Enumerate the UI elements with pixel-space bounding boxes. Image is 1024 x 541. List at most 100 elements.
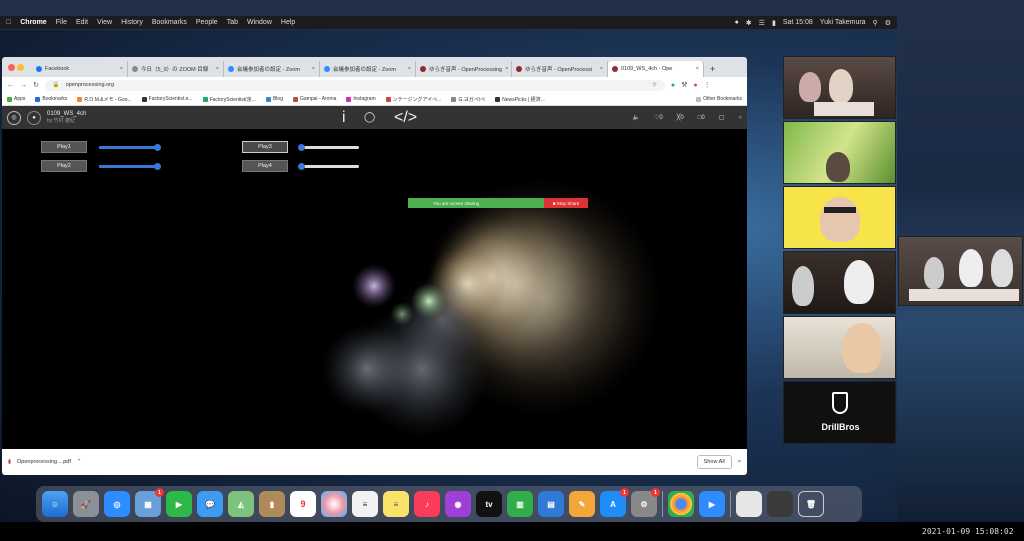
play2-button[interactable]: Play2 bbox=[41, 160, 87, 172]
zoom-participant-tile[interactable] bbox=[783, 121, 896, 184]
bookmark-gampai[interactable]: Gampai - Aroma bbox=[292, 96, 336, 102]
minimize-window-icon[interactable] bbox=[17, 64, 24, 71]
notes-icon[interactable]: ≡ bbox=[383, 491, 409, 517]
close-tab-icon[interactable]: × bbox=[312, 66, 315, 72]
close-tab-icon[interactable]: × bbox=[505, 66, 508, 72]
close-tab-icon[interactable]: × bbox=[216, 66, 219, 72]
bookmark-instagram[interactable]: Instagram bbox=[346, 96, 376, 102]
menu-help[interactable]: Help bbox=[281, 19, 295, 26]
bookmark-factory-1[interactable]: FactoryScientist.e... bbox=[141, 96, 193, 102]
bookmark-bookmarks[interactable]: Bookmarks bbox=[35, 96, 67, 102]
star-icon[interactable]: ☆ bbox=[652, 82, 657, 88]
bookmark-vintage[interactable]: ンテージングアイペ... bbox=[385, 96, 441, 103]
zoom-icon[interactable]: ▶ bbox=[699, 491, 725, 517]
document-icon[interactable] bbox=[736, 491, 762, 517]
notes-book-icon[interactable]: ▮ bbox=[259, 491, 285, 517]
code-icon[interactable]: </> bbox=[394, 109, 417, 127]
profile-avatar[interactable]: ● bbox=[693, 82, 697, 89]
photos-icon[interactable] bbox=[321, 491, 347, 517]
reminders-icon[interactable]: ≡ bbox=[352, 491, 378, 517]
menu-app-name[interactable]: Chrome bbox=[20, 19, 46, 26]
tab-zoom-settings-1[interactable]: 会議参加者の設定 - Zoom × bbox=[224, 61, 320, 77]
slider-knob[interactable] bbox=[298, 144, 305, 151]
tab-openprocessing-1[interactable]: ゆらぎ音声 - OpenProcessing × bbox=[416, 61, 512, 77]
finder-icon[interactable]: ☺ bbox=[42, 491, 68, 517]
back-icon[interactable]: ← bbox=[7, 82, 14, 89]
control-center-icon[interactable]: ⚙ bbox=[885, 19, 891, 27]
slider-knob[interactable] bbox=[154, 163, 161, 170]
app-store-icon[interactable]: 1A bbox=[600, 488, 629, 517]
bluetooth-icon[interactable]: ✱ bbox=[746, 19, 752, 27]
podcasts-icon[interactable]: ◉ bbox=[445, 491, 471, 517]
play1-button[interactable]: Play1 bbox=[41, 141, 87, 153]
tab-zoom-settings-2[interactable]: 会議参加者の設定 - Zoom × bbox=[320, 61, 416, 77]
downloads-stack-icon[interactable] bbox=[767, 491, 793, 517]
slider-knob[interactable] bbox=[298, 163, 305, 170]
play3-button[interactable]: Play3 bbox=[242, 141, 288, 153]
tab-zoom-list[interactable]: 今日（5_9）の ZOOM 目録 × bbox=[128, 61, 224, 77]
menu-file[interactable]: File bbox=[56, 19, 67, 26]
menu-bookmarks[interactable]: Bookmarks bbox=[152, 19, 187, 26]
menu-tab[interactable]: Tab bbox=[227, 19, 238, 26]
bookmark-apps[interactable]: Apps bbox=[7, 96, 25, 102]
close-shelf-icon[interactable]: × bbox=[738, 459, 741, 465]
show-all-button[interactable]: Show All bbox=[696, 455, 732, 469]
stop-share-button[interactable]: ■ Stop Share bbox=[544, 198, 588, 208]
extension-icon[interactable]: ● bbox=[671, 82, 675, 89]
download-file-name[interactable]: Openprocessing....pdf bbox=[17, 459, 71, 465]
music-icon[interactable]: ♪ bbox=[414, 491, 440, 517]
extensions-puzzle-icon[interactable]: ⚒ bbox=[681, 81, 687, 89]
wifi-icon[interactable]: ☰ bbox=[759, 19, 765, 27]
menu-edit[interactable]: Edit bbox=[76, 19, 88, 26]
openprocessing-logo-icon[interactable]: ◎ bbox=[7, 110, 21, 125]
bookmark-yoga[interactable]: G.ヨガペ/ペ bbox=[451, 96, 485, 103]
bookmark-factory-2[interactable]: FactoryScientist(京... bbox=[202, 96, 256, 103]
menu-people[interactable]: People bbox=[196, 19, 218, 26]
share-icon[interactable]: ▢ bbox=[719, 114, 725, 121]
pages-icon[interactable]: ✎ bbox=[569, 491, 595, 517]
play4-button[interactable]: Play4 bbox=[242, 160, 288, 172]
tab-facebook[interactable]: Facebook × bbox=[32, 61, 128, 77]
battery-icon[interactable]: ▮ bbox=[772, 19, 776, 27]
like-button[interactable]: ♡0 bbox=[654, 114, 663, 121]
menubar-clock[interactable]: Sat 15:08 bbox=[783, 19, 813, 26]
slider-knob[interactable] bbox=[154, 144, 161, 151]
bookmark-newspicks[interactable]: NewsPicks | 経済... bbox=[495, 96, 545, 103]
search-icon[interactable]: ⚲ bbox=[873, 19, 878, 27]
apple-icon[interactable]:  bbox=[6, 19, 11, 26]
zoom-participant-tile[interactable] bbox=[898, 236, 1023, 306]
close-tab-icon[interactable]: × bbox=[600, 66, 603, 72]
maps-icon[interactable]: ◭ bbox=[228, 491, 254, 517]
zoom-participant-tile[interactable] bbox=[783, 251, 896, 314]
zoom-participant-tile[interactable] bbox=[783, 56, 896, 119]
tab-openprocessing-active[interactable]: 0109_WS_4ch - Ope × bbox=[608, 61, 704, 77]
close-tab-icon[interactable]: × bbox=[120, 66, 123, 72]
zoom-participant-tile[interactable] bbox=[783, 316, 896, 379]
mute-icon[interactable]: 🔈 bbox=[633, 114, 640, 121]
fork-button[interactable]: ╳0 bbox=[677, 114, 684, 121]
sketch-canvas[interactable]: Play1 Play2 Play3 Play4 You are screen s… bbox=[2, 129, 747, 447]
fullscreen-icon[interactable]: ○ bbox=[738, 115, 742, 121]
safari-icon[interactable]: ◎ bbox=[104, 491, 130, 517]
zoom-status-icon[interactable]: ● bbox=[735, 19, 739, 26]
sketch-author[interactable]: by 竹村 雄紀 bbox=[47, 118, 86, 125]
system-preferences-icon[interactable]: 1 ⚙ bbox=[631, 488, 660, 517]
url-bar[interactable]: 🔒 openprocessing.org ☆ bbox=[44, 79, 665, 91]
play1-volume-slider[interactable] bbox=[99, 144, 161, 151]
close-tab-icon[interactable]: × bbox=[408, 66, 411, 72]
preview-icon[interactable]: 1 ▦ bbox=[135, 488, 164, 517]
keynote-icon[interactable]: ▤ bbox=[538, 491, 564, 517]
chrome-menu-icon[interactable]: ⋮ bbox=[704, 81, 711, 89]
play-sketch-icon[interactable]: ◯ bbox=[364, 112, 375, 123]
chevron-up-icon[interactable]: ⌃ bbox=[77, 459, 82, 465]
play4-volume-slider[interactable] bbox=[298, 163, 359, 170]
comment-button[interactable]: □0 bbox=[698, 115, 705, 121]
menu-window[interactable]: Window bbox=[247, 19, 272, 26]
bookmark-rom[interactable]: R.O.M.&メモ - Goo... bbox=[77, 96, 132, 103]
calendar-icon[interactable]: 9 bbox=[290, 491, 316, 517]
zoom-participant-tile[interactable] bbox=[783, 186, 896, 249]
play3-volume-slider[interactable] bbox=[298, 144, 359, 151]
facetime-icon[interactable]: ▶ bbox=[166, 491, 192, 517]
author-avatar[interactable]: ● bbox=[27, 110, 41, 125]
new-tab-button[interactable]: + bbox=[704, 61, 721, 77]
